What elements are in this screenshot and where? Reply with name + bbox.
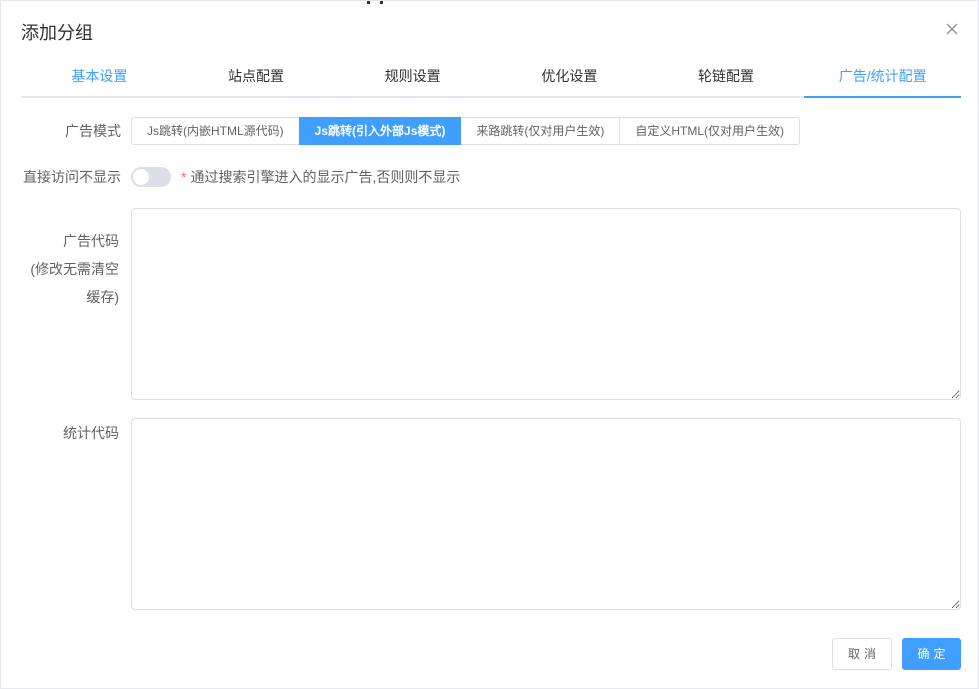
- tab-bar: 基本设置 站点配置 规则设置 优化设置 轮链配置 广告/统计配置: [21, 56, 961, 98]
- close-button[interactable]: [944, 21, 960, 37]
- tab-ad-stat-config[interactable]: 广告/统计配置: [804, 56, 961, 98]
- ad-mode-option-custom-html[interactable]: 自定义HTML(仅对用户生效): [619, 117, 801, 145]
- ad-mode-row: 广告模式 Js跳转(内嵌HTML源代码) Js跳转(引入外部Js模式) 来路跳转…: [1, 117, 979, 145]
- ad-mode-option-referer-redirect[interactable]: 来路跳转(仅对用户生效): [460, 117, 621, 145]
- tab-optimize-settings[interactable]: 优化设置: [491, 56, 648, 96]
- ad-code-label-line3: 缓存): [86, 289, 119, 305]
- direct-access-hint: * 通过搜索引擎进入的显示广告,否则则不显示: [181, 167, 460, 187]
- tab-link-wheel-config[interactable]: 轮链配置: [648, 56, 805, 96]
- stat-code-label: 统计代码: [63, 425, 119, 441]
- close-icon: [946, 23, 958, 35]
- ad-mode-radio-group: Js跳转(内嵌HTML源代码) Js跳转(引入外部Js模式) 来路跳转(仅对用户…: [131, 117, 801, 145]
- ad-code-label: 广告代码 (修改无需清空 缓存): [30, 227, 119, 311]
- stat-code-textarea[interactable]: [131, 418, 961, 610]
- tab-site-config[interactable]: 站点配置: [178, 56, 335, 96]
- ad-mode-option-js-external[interactable]: Js跳转(引入外部Js模式): [298, 117, 462, 145]
- ad-code-label-line2: (修改无需清空: [30, 261, 119, 277]
- tab-basic-settings[interactable]: 基本设置: [21, 56, 178, 96]
- ad-mode-label: 广告模式: [65, 123, 121, 139]
- required-star: *: [181, 169, 187, 185]
- direct-access-label: 直接访问不显示: [23, 169, 121, 185]
- top-edge-mark: [367, 1, 383, 4]
- dialog-title: 添加分组: [21, 23, 93, 43]
- ad-code-textarea[interactable]: [131, 208, 961, 400]
- switch-knob: [133, 169, 149, 185]
- direct-access-switch[interactable]: [131, 167, 171, 187]
- cancel-button[interactable]: 取消: [832, 638, 892, 670]
- confirm-button[interactable]: 确定: [902, 638, 961, 670]
- ad-mode-option-js-inline[interactable]: Js跳转(内嵌HTML源代码): [131, 117, 300, 145]
- direct-access-row: 直接访问不显示 * 通过搜索引擎进入的显示广告,否则则不显示: [1, 167, 979, 187]
- add-group-dialog: 添加分组 基本设置 站点配置 规则设置 优化设置 轮链配置 广告/统计配置 广告…: [0, 0, 979, 689]
- ad-code-label-line1: 广告代码: [63, 233, 119, 249]
- direct-access-hint-text: 通过搜索引擎进入的显示广告,否则则不显示: [190, 169, 461, 185]
- tab-rule-settings[interactable]: 规则设置: [334, 56, 491, 96]
